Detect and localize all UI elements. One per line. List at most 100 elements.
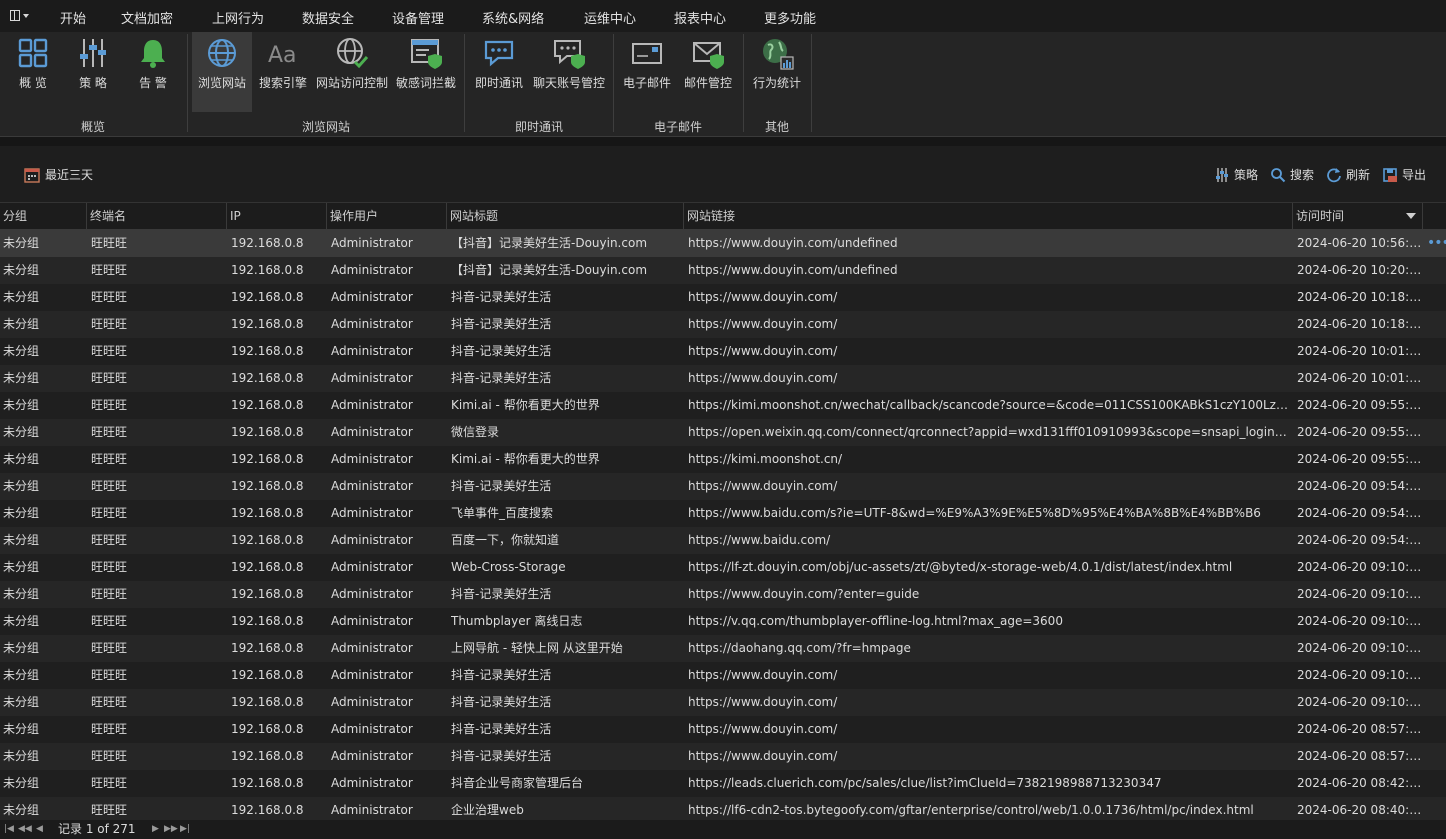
cell-group: 未分组: [3, 695, 40, 709]
ribbon-email-control-button[interactable]: 邮件管控: [678, 32, 738, 112]
table-row[interactable]: 未分组 旺旺旺 192.168.0.8 Administrator 【抖音】记录美好生活…: [0, 230, 1446, 257]
table-row[interactable]: 未分组 旺旺旺 192.168.0.8 Administrator 【抖音】记录美好生活…: [0, 257, 1446, 284]
search-button[interactable]: 搜索: [1270, 166, 1314, 183]
ribbon-group-email-label: 电子邮件: [653, 120, 702, 134]
cell-group: 未分组: [3, 533, 40, 547]
column-header-visit-time[interactable]: 访问时间: [1293, 203, 1423, 229]
table-row[interactable]: 未分组 旺旺旺 192.168.0.8 Administrator 抖音-记录美好生活 h…: [0, 716, 1446, 743]
table-row[interactable]: 未分组 旺旺旺 192.168.0.8 Administrator Web-Cross-…: [0, 554, 1446, 581]
cell-terminal: 旺旺旺: [91, 776, 128, 790]
cell-site-title: 百度一下，你就知道: [451, 533, 560, 547]
cell-site-url: https://www.douyin.com/: [688, 290, 838, 304]
cell-ip: 192.168.0.8: [231, 668, 304, 682]
cell-ip: 192.168.0.8: [231, 371, 304, 385]
cell-ip: 192.168.0.8: [231, 236, 304, 250]
globe-check-icon: [337, 38, 369, 69]
cell-site-url: https://www.douyin.com/: [688, 749, 838, 763]
table-row[interactable]: 未分组 旺旺旺 192.168.0.8 Administrator Kimi.ai - …: [0, 446, 1446, 473]
table-row[interactable]: 未分组 旺旺旺 192.168.0.8 Administrator 抖音-记录美好生活 h…: [0, 662, 1446, 689]
table-row[interactable]: 未分组 旺旺旺 192.168.0.8 Administrator Kimi.ai - …: [0, 392, 1446, 419]
cell-site-url: https://lf-zt.douyin.com/obj/uc-assets/z…: [688, 560, 1233, 574]
column-header-user[interactable]: 操作用户: [327, 203, 447, 229]
table-row[interactable]: 未分组 旺旺旺 192.168.0.8 Administrator 抖音-记录美好生活 h…: [0, 284, 1446, 311]
ribbon-sensitive-words-button[interactable]: 敏感词拦截: [392, 32, 460, 112]
menu-item-data-security[interactable]: 数据安全: [302, 8, 354, 27]
menu-item-ops-center[interactable]: 运维中心: [584, 8, 636, 27]
cell-site-url: https://www.douyin.com/: [688, 344, 838, 358]
date-range-picker[interactable]: 最近三天: [24, 166, 93, 183]
cell-visit-time: 2024-06-20 10:18:36: [1297, 317, 1423, 331]
cell-user: Administrator: [331, 398, 413, 412]
cell-site-title: 抖音-记录美好生活: [451, 668, 552, 682]
grid-icon: [18, 38, 48, 68]
ribbon-chat-account-control-button[interactable]: 聊天账号管控: [530, 32, 608, 112]
menu-item-more[interactable]: 更多功能: [764, 8, 816, 27]
cell-site-title: 抖音-记录美好生活: [451, 749, 552, 763]
cell-group: 未分组: [3, 614, 40, 628]
column-header-site-title[interactable]: 网站标题: [447, 203, 684, 229]
app-menu-icon[interactable]: [8, 8, 30, 24]
ribbon-policy-button[interactable]: 策 略: [68, 32, 118, 112]
prev-block-icon[interactable]: ◀◀: [18, 820, 32, 839]
cell-terminal: 旺旺旺: [91, 506, 128, 520]
refresh-button[interactable]: 刷新: [1326, 166, 1370, 183]
globe-icon: [208, 39, 236, 67]
table-row[interactable]: 未分组 旺旺旺 192.168.0.8 Administrator 抖音-记录美好生活 h…: [0, 689, 1446, 716]
ribbon-email-button[interactable]: 电子邮件: [618, 32, 676, 112]
prev-page-icon[interactable]: ◀: [36, 820, 43, 839]
last-page-icon[interactable]: ▶|: [180, 820, 190, 839]
menu-item-report-center[interactable]: 报表中心: [674, 8, 726, 27]
cell-user: Administrator: [331, 344, 413, 358]
export-button[interactable]: 导出: [1382, 166, 1426, 183]
window-shield-icon: [411, 39, 442, 69]
cell-site-title: 抖音-记录美好生活: [451, 344, 552, 358]
menu-item-system-network[interactable]: 系统&网络: [482, 8, 544, 27]
ribbon-overview-button[interactable]: 概 览: [8, 32, 58, 112]
ribbon-site-access-control-button[interactable]: 网站访问控制: [314, 32, 390, 112]
cell-user: Administrator: [331, 749, 413, 763]
menu-item-web-behavior[interactable]: 上网行为: [212, 8, 265, 34]
table-row[interactable]: 未分组 旺旺旺 192.168.0.8 Administrator 抖音-记录美好生活 h…: [0, 743, 1446, 770]
column-header-group[interactable]: 分组: [0, 203, 87, 229]
table-row[interactable]: 未分组 旺旺旺 192.168.0.8 Administrator 微信登录 https:…: [0, 419, 1446, 446]
table-row[interactable]: 未分组 旺旺旺 192.168.0.8 Administrator 飞单事件_百度搜索 h…: [0, 500, 1446, 527]
cell-user: Administrator: [331, 236, 413, 250]
policy-button[interactable]: 策略: [1214, 166, 1258, 183]
bell-icon: [141, 40, 165, 68]
table-row[interactable]: 未分组 旺旺旺 192.168.0.8 Administrator 抖音-记录美好生活 h…: [0, 311, 1446, 338]
chat-bubble-icon: [484, 40, 514, 67]
table-row[interactable]: 未分组 旺旺旺 192.168.0.8 Administrator 抖音-记录美好生活 h…: [0, 338, 1446, 365]
table-row[interactable]: 未分组 旺旺旺 192.168.0.8 Administrator 抖音企业号商家管理后…: [0, 770, 1446, 797]
table-row[interactable]: 未分组 旺旺旺 192.168.0.8 Administrator Thumbplaye…: [0, 608, 1446, 635]
cell-visit-time: 2024-06-20 09:54:15: [1297, 533, 1423, 547]
row-more-icon[interactable]: •••: [1427, 230, 1446, 257]
column-header-site-url[interactable]: 网站链接: [684, 203, 1293, 229]
table-row[interactable]: 未分组 旺旺旺 192.168.0.8 Administrator 抖音-记录美好生活 h…: [0, 473, 1446, 500]
cell-group: 未分组: [3, 776, 40, 790]
table-row[interactable]: 未分组 旺旺旺 192.168.0.8 Administrator 上网导航 - 轻快上…: [0, 635, 1446, 662]
sort-desc-icon[interactable]: [1406, 213, 1416, 219]
column-header-ip[interactable]: IP: [227, 203, 327, 229]
menu-item-device-mgmt[interactable]: 设备管理: [392, 8, 444, 27]
table-row[interactable]: 未分组 旺旺旺 192.168.0.8 Administrator 抖音-记录美好生活 h…: [0, 365, 1446, 392]
next-page-icon[interactable]: ▶: [152, 820, 159, 839]
cell-visit-time: 2024-06-20 08:42:57: [1297, 776, 1423, 790]
table-row[interactable]: 未分组 旺旺旺 192.168.0.8 Administrator 抖音-记录美好生活 h…: [0, 581, 1446, 608]
ribbon-search-engine-button[interactable]: Aa 搜索引擎: [254, 32, 312, 112]
next-block-icon[interactable]: ▶▶: [164, 820, 178, 839]
ribbon-alert-button[interactable]: 告 警: [128, 32, 178, 112]
cell-site-url: https://leads.cluerich.com/pc/sales/clue…: [688, 776, 1162, 790]
column-header-terminal[interactable]: 终端名: [87, 203, 227, 229]
cell-site-title: Thumbplayer 离线日志: [451, 614, 583, 628]
cell-terminal: 旺旺旺: [91, 317, 128, 331]
cell-user: Administrator: [331, 425, 413, 439]
ribbon-instant-msg-button[interactable]: 即时通讯: [470, 32, 528, 112]
cell-site-title: 抖音-记录美好生活: [451, 290, 552, 304]
calendar-icon: [24, 167, 40, 183]
table-row[interactable]: 未分组 旺旺旺 192.168.0.8 Administrator 百度一下，你就知道 h…: [0, 527, 1446, 554]
ribbon-browse-web-button[interactable]: 浏览网站: [192, 32, 252, 112]
menu-item-start[interactable]: 开始: [60, 8, 86, 27]
menu-item-doc-encrypt[interactable]: 文档加密: [121, 8, 173, 27]
ribbon-behavior-stats-button[interactable]: 行为统计: [748, 32, 806, 112]
first-page-icon[interactable]: |◀: [4, 820, 14, 839]
